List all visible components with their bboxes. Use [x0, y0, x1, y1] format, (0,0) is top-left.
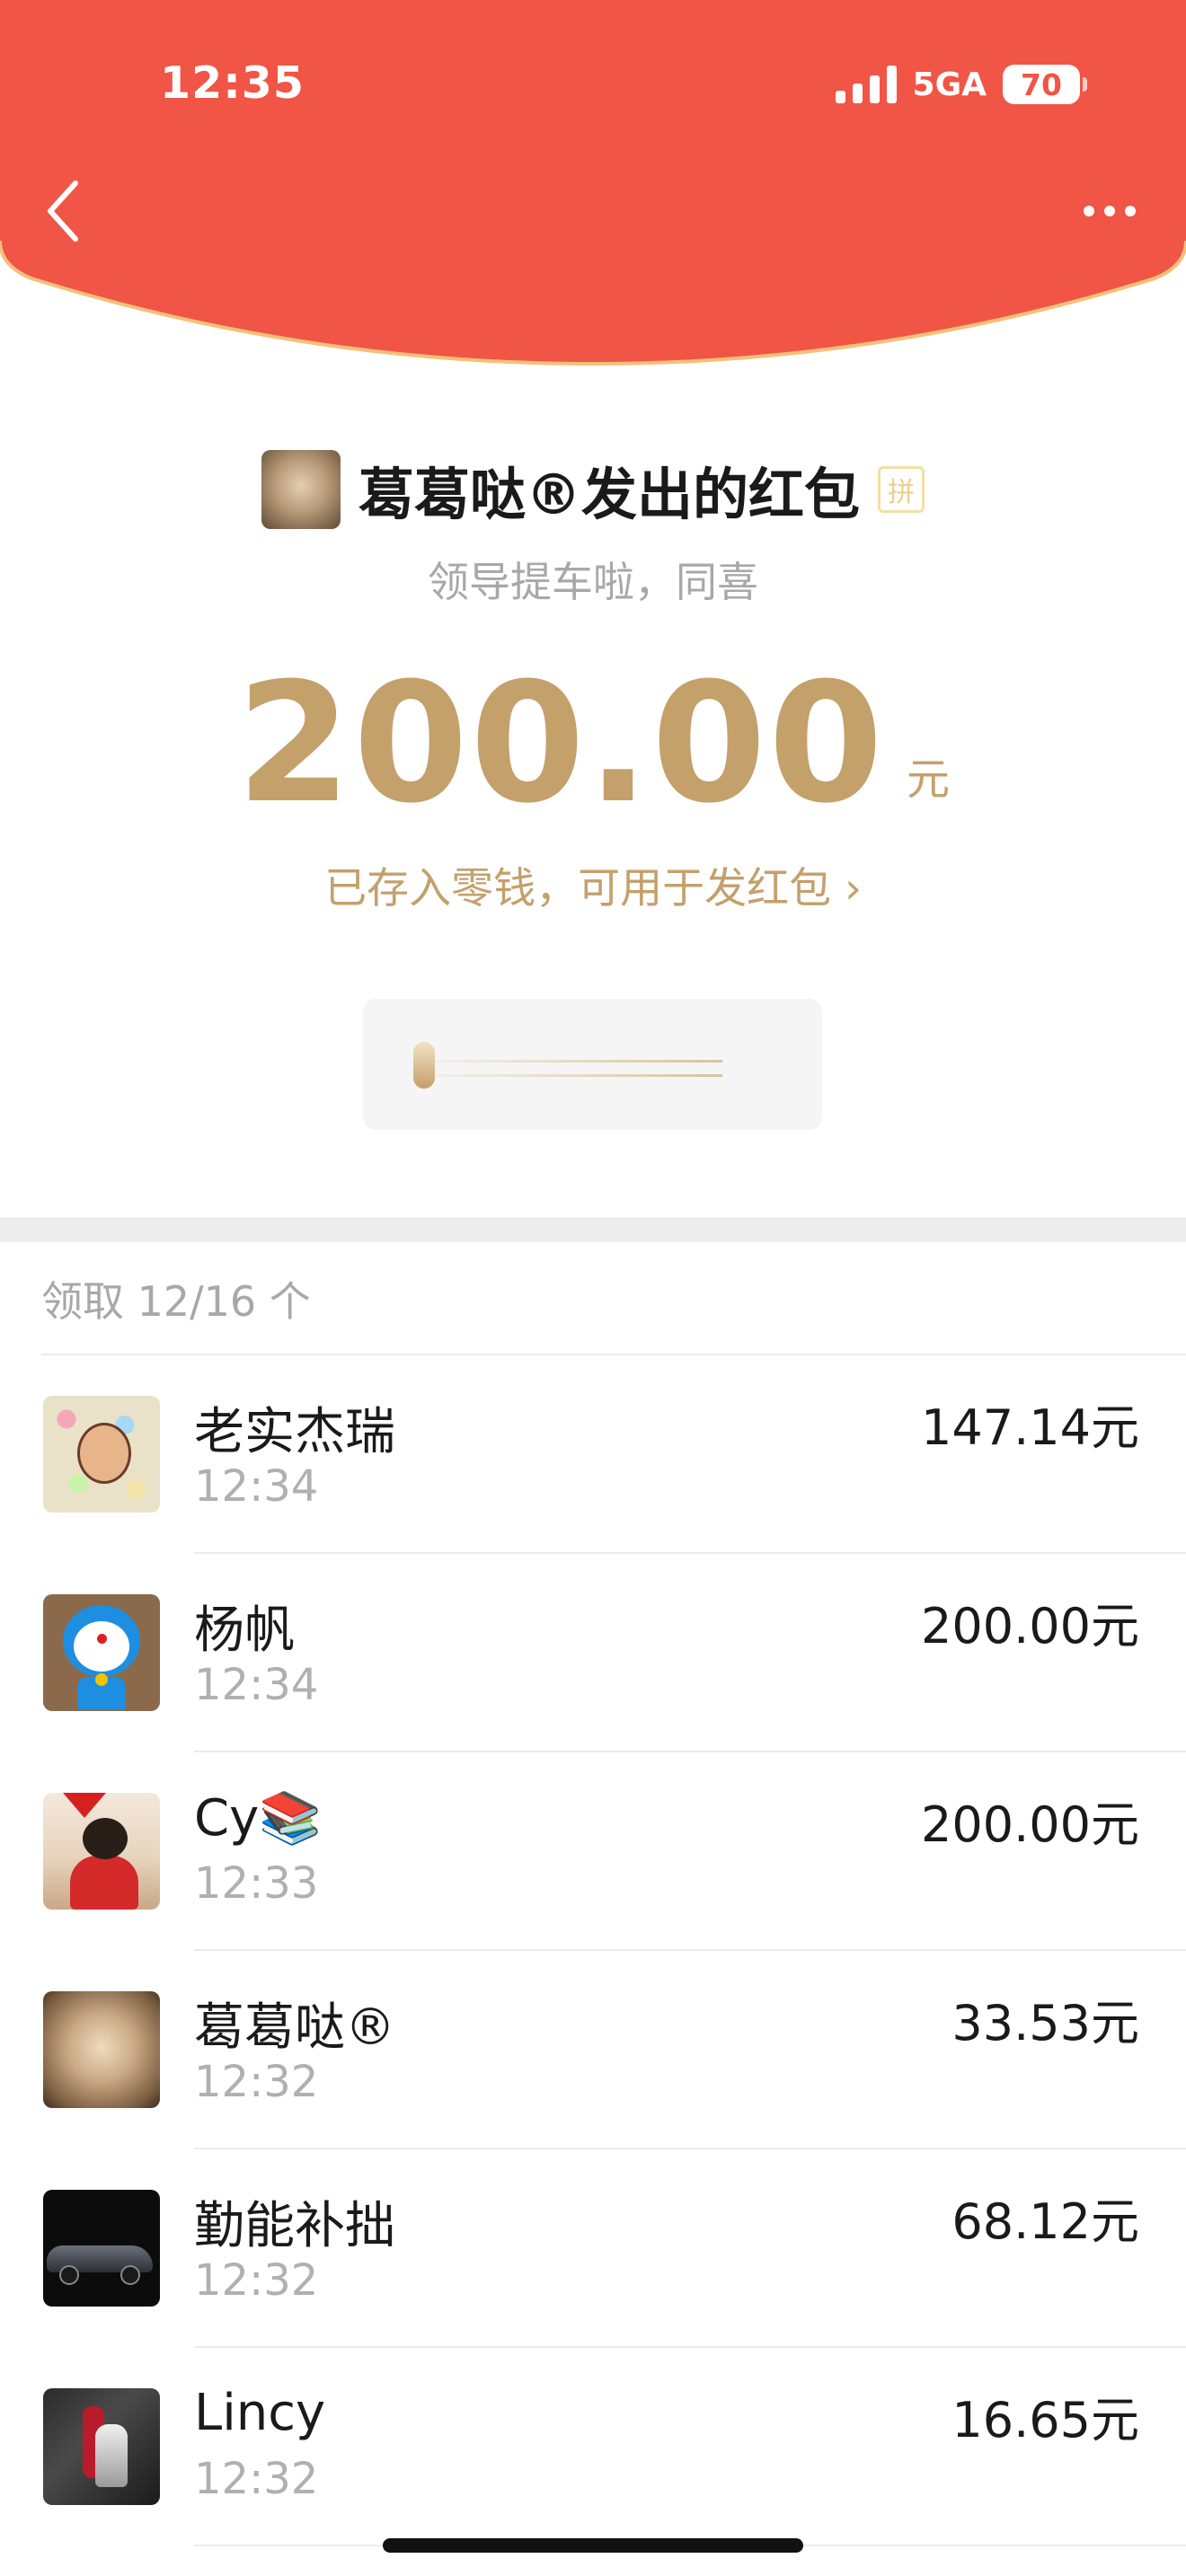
- claim-amount: 200.00元: [921, 1796, 1139, 1853]
- claims-header: 领取 12/16 个: [41, 1277, 311, 1326]
- claim-row[interactable]: 老实杰瑞 12:34 147.14元: [0, 1355, 1186, 1554]
- claim-amount: 200.00元: [921, 1598, 1139, 1654]
- battery-icon: 70: [1003, 65, 1087, 104]
- greeting-message: 领导提车啦，同喜: [428, 558, 758, 606]
- section-divider: [0, 1218, 1186, 1242]
- claim-time: 12:34: [194, 1660, 319, 1710]
- claim-amount: 68.12元: [951, 2193, 1139, 2250]
- cellular-signal-icon: [835, 66, 897, 103]
- sticker-line: [426, 1074, 722, 1077]
- claimer-name: Lincy: [194, 2384, 326, 2442]
- sticker-knob-icon: [413, 1042, 435, 1089]
- more-dots-icon: [1084, 206, 1094, 216]
- doraemon-avatar[interactable]: [43, 1594, 160, 1711]
- back-chevron-icon: [48, 181, 78, 242]
- claim-row[interactable]: 勤能补拙 12:32 68.12元: [0, 2149, 1186, 2348]
- header-background: [0, 0, 1186, 366]
- claim-time: 12:34: [194, 1461, 319, 1512]
- claimer-name: 杨帆: [194, 1601, 295, 1660]
- envelope-title: 葛葛哒®发出的红包: [358, 462, 860, 527]
- received-amount: 200.00: [235, 648, 886, 840]
- claim-time: 12:33: [194, 1858, 319, 1909]
- claim-row[interactable]: Lincy 12:32 16.65元: [0, 2348, 1186, 2546]
- battery-level: 70: [1021, 66, 1062, 102]
- network-type: 5GA: [912, 66, 987, 103]
- claim-time: 12:32: [194, 2057, 319, 2107]
- claim-time: 12:32: [194, 2454, 319, 2504]
- claim-amount: 147.14元: [921, 1399, 1139, 1456]
- amount-unit: 元: [907, 754, 951, 805]
- claimer-name: 葛葛哒®: [194, 1998, 395, 2057]
- status-icons: 5GA 70: [835, 63, 1087, 106]
- claim-amount: 33.53元: [951, 1995, 1139, 2051]
- sender-avatar[interactable]: [261, 450, 341, 529]
- car-avatar[interactable]: [43, 2190, 160, 2307]
- claim-row[interactable]: Cy📚 12:33 200.00元: [0, 1752, 1186, 1951]
- pin-badge: 拼: [878, 466, 925, 513]
- claimer-name: 老实杰瑞: [194, 1403, 395, 1461]
- claimer-name: Cy📚: [194, 1789, 322, 1848]
- home-indicator[interactable]: [383, 2538, 803, 2553]
- claim-time: 12:32: [194, 2255, 319, 2306]
- saved-to-wallet-link[interactable]: 已存入零钱，可用于发红包 ›: [0, 853, 1186, 915]
- cat-avatar[interactable]: [43, 1991, 160, 2108]
- cartoon-pattern-avatar[interactable]: [43, 1396, 160, 1513]
- reply-sticker-card[interactable]: [363, 999, 822, 1130]
- claim-row[interactable]: 杨帆 12:34 200.00元: [0, 1554, 1186, 1752]
- amount-row: 200.00 元: [0, 647, 1186, 826]
- back-button[interactable]: [34, 169, 92, 253]
- sender-row: 葛葛哒®发出的红包 拼: [0, 449, 1186, 530]
- sticker-line: [426, 1060, 722, 1063]
- claim-row[interactable]: 葛葛哒® 12:32 33.53元: [0, 1951, 1186, 2149]
- claimer-name: 勤能补拙: [194, 2197, 395, 2255]
- car-ornament-avatar[interactable]: [43, 2388, 160, 2505]
- more-options-button[interactable]: [1069, 184, 1150, 238]
- claim-amount: 16.65元: [951, 2392, 1139, 2448]
- status-time: 12:35: [160, 57, 305, 109]
- dog-in-red-outfit-avatar[interactable]: [43, 1793, 160, 1910]
